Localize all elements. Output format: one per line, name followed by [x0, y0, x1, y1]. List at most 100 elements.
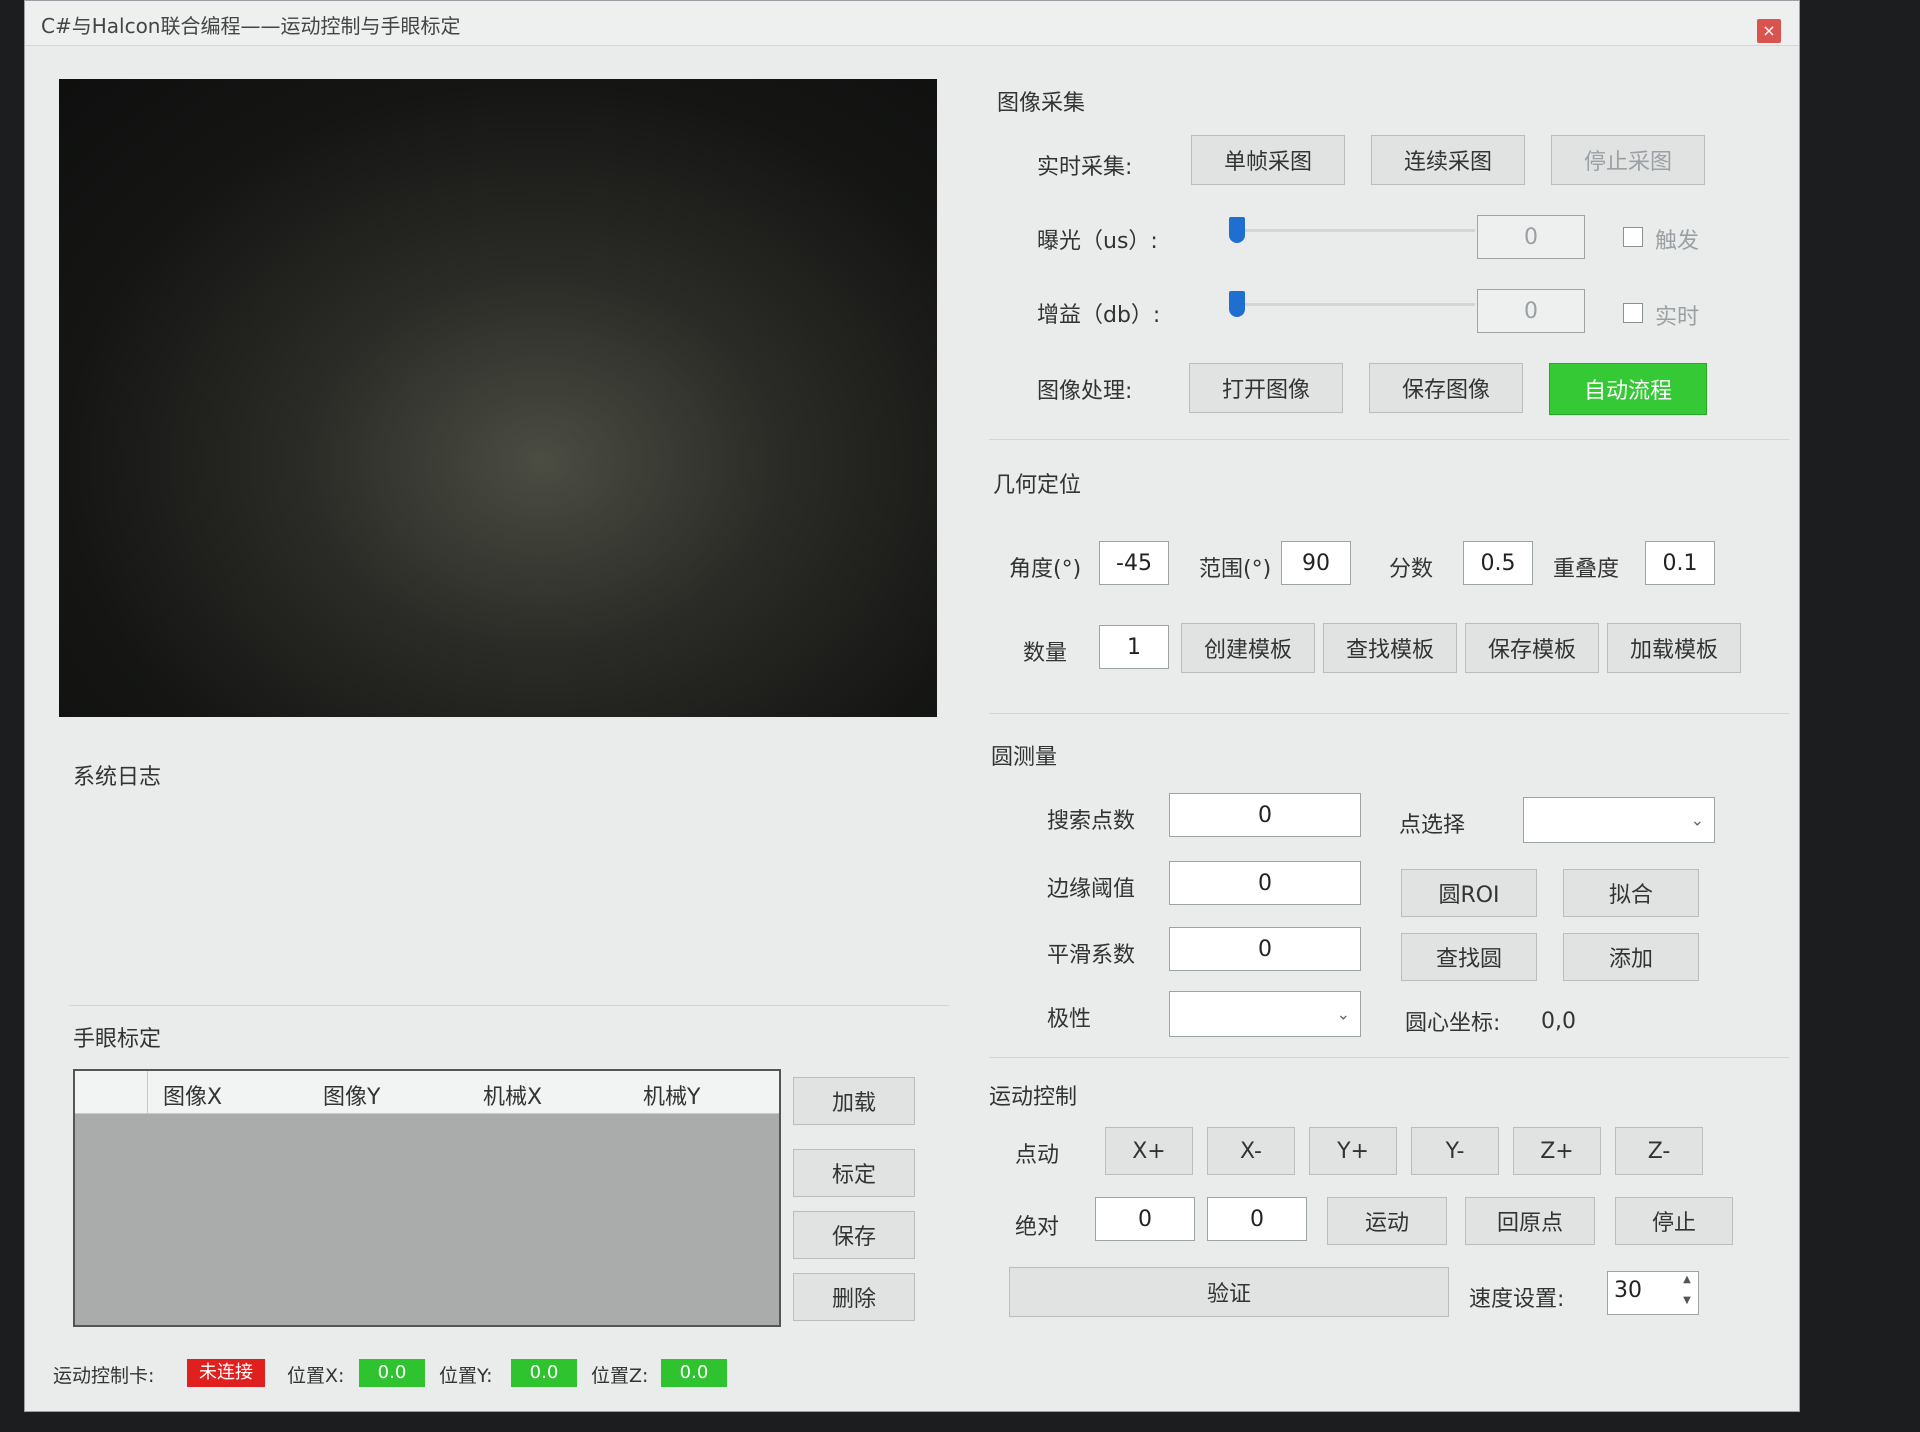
calibration-table[interactable]: 图像X 图像Y 机械X 机械Y	[73, 1069, 781, 1327]
search-points-label: 搜索点数	[1047, 809, 1136, 834]
speed-label: 速度设置:	[1469, 1287, 1565, 1312]
jog-z-plus-button[interactable]: Z+	[1513, 1127, 1601, 1175]
divider	[69, 1005, 949, 1006]
continuous-capture-button[interactable]: 连续采图	[1371, 135, 1525, 185]
column-image-y[interactable]: 图像Y	[323, 1079, 380, 1111]
fit-button[interactable]: 拟合	[1563, 869, 1699, 917]
gain-slider-thumb[interactable]	[1229, 291, 1245, 317]
polarity-dropdown[interactable]: ⌄	[1169, 991, 1361, 1037]
motion-card-label: 运动控制卡:	[53, 1365, 155, 1387]
image-processing-label: 图像处理:	[1037, 379, 1133, 404]
column-machine-y[interactable]: 机械Y	[643, 1079, 700, 1111]
stop-motion-button[interactable]: 停止	[1615, 1197, 1733, 1245]
gain-label: 增益（db）:	[1037, 303, 1161, 328]
move-button[interactable]: 运动	[1327, 1197, 1447, 1245]
find-template-button[interactable]: 查找模板	[1323, 623, 1457, 673]
speed-spinner[interactable]: 30 ▲ ▼	[1607, 1271, 1699, 1315]
angle-label: 角度(°)	[1009, 557, 1082, 582]
single-capture-button[interactable]: 单帧采图	[1191, 135, 1345, 185]
motion-section-title: 运动控制	[989, 1085, 1078, 1110]
count-label: 数量	[1023, 641, 1068, 666]
trigger-label: 触发	[1655, 229, 1700, 254]
verify-button[interactable]: 验证	[1009, 1267, 1449, 1317]
add-button[interactable]: 添加	[1563, 933, 1699, 981]
exposure-slider-thumb[interactable]	[1229, 217, 1245, 243]
point-select-label: 点选择	[1399, 813, 1466, 838]
create-template-button[interactable]: 创建模板	[1181, 623, 1315, 673]
spinner-down-icon[interactable]: ▼	[1678, 1295, 1696, 1312]
delete-calib-button[interactable]: 删除	[793, 1273, 915, 1321]
exposure-field[interactable]: 0	[1477, 215, 1585, 259]
pos-x-label: 位置X:	[287, 1365, 345, 1387]
column-machine-x[interactable]: 机械X	[483, 1079, 542, 1111]
score-label: 分数	[1389, 557, 1434, 582]
circle-section-title: 圆测量	[991, 745, 1058, 770]
chevron-down-icon: ⌄	[1690, 810, 1704, 830]
realtime-checkbox[interactable]	[1623, 303, 1643, 323]
speed-value: 30	[1614, 1278, 1642, 1303]
column-image-x[interactable]: 图像X	[163, 1079, 222, 1111]
handeye-section-title: 手眼标定	[73, 1027, 162, 1052]
edge-threshold-label: 边缘阈值	[1047, 877, 1136, 902]
realtime-checkbox-label: 实时	[1655, 305, 1700, 330]
trigger-checkbox[interactable]	[1623, 227, 1643, 247]
jog-x-plus-button[interactable]: X+	[1105, 1127, 1193, 1175]
save-template-button[interactable]: 保存模板	[1465, 623, 1599, 673]
divider	[989, 439, 1789, 440]
main-window: C#与Halcon联合编程——运动控制与手眼标定 × 图像采集 实时采集: 单帧…	[24, 0, 1800, 1412]
home-button[interactable]: 回原点	[1465, 1197, 1595, 1245]
jog-x-minus-button[interactable]: X-	[1207, 1127, 1295, 1175]
jog-label: 点动	[1015, 1143, 1060, 1168]
find-circle-button[interactable]: 查找圆	[1401, 933, 1537, 981]
range-label: 范围(°)	[1199, 557, 1272, 582]
window-title: C#与Halcon联合编程——运动控制与手眼标定	[41, 14, 461, 38]
divider	[989, 713, 1789, 714]
close-button[interactable]: ×	[1757, 19, 1781, 43]
exposure-slider-track[interactable]	[1235, 229, 1475, 232]
range-field[interactable]: 90	[1281, 541, 1351, 585]
pos-y-value: 0.0	[511, 1359, 577, 1387]
gain-slider-track[interactable]	[1235, 303, 1475, 306]
row-header-cell	[75, 1071, 148, 1113]
absolute-x-field[interactable]: 0	[1095, 1197, 1195, 1241]
point-select-dropdown[interactable]: ⌄	[1523, 797, 1715, 843]
absolute-y-field[interactable]: 0	[1207, 1197, 1307, 1241]
pos-y-label: 位置Y:	[439, 1365, 493, 1387]
exposure-label: 曝光（us）:	[1037, 229, 1158, 254]
divider	[989, 1057, 1789, 1058]
motion-card-status: 未连接	[187, 1359, 265, 1387]
pos-x-value: 0.0	[359, 1359, 425, 1387]
jog-z-minus-button[interactable]: Z-	[1615, 1127, 1703, 1175]
score-field[interactable]: 0.5	[1463, 541, 1533, 585]
gain-field[interactable]: 0	[1477, 289, 1585, 333]
edge-threshold-field[interactable]: 0	[1169, 861, 1361, 905]
title-bar: C#与Halcon联合编程——运动控制与手眼标定 ×	[25, 1, 1799, 46]
smooth-field[interactable]: 0	[1169, 927, 1361, 971]
overlap-field[interactable]: 0.1	[1645, 541, 1715, 585]
save-image-button[interactable]: 保存图像	[1369, 363, 1523, 413]
circle-center-label: 圆心坐标:	[1405, 1011, 1501, 1036]
calibrate-button[interactable]: 标定	[793, 1149, 915, 1197]
jog-y-minus-button[interactable]: Y-	[1411, 1127, 1499, 1175]
count-field[interactable]: 1	[1099, 625, 1169, 669]
search-points-field[interactable]: 0	[1169, 793, 1361, 837]
absolute-label: 绝对	[1015, 1215, 1060, 1240]
pos-z-label: 位置Z:	[591, 1365, 649, 1387]
stop-capture-button[interactable]: 停止采图	[1551, 135, 1705, 185]
image-display[interactable]	[59, 79, 937, 717]
angle-field[interactable]: -45	[1099, 541, 1169, 585]
load-template-button[interactable]: 加载模板	[1607, 623, 1741, 673]
jog-y-plus-button[interactable]: Y+	[1309, 1127, 1397, 1175]
spinner-up-icon[interactable]: ▲	[1678, 1274, 1696, 1291]
circle-roi-button[interactable]: 圆ROI	[1401, 869, 1537, 917]
geometry-section-title: 几何定位	[993, 473, 1082, 498]
overlap-label: 重叠度	[1553, 557, 1620, 582]
pos-z-value: 0.0	[661, 1359, 727, 1387]
smooth-label: 平滑系数	[1047, 943, 1136, 968]
chevron-down-icon: ⌄	[1336, 1004, 1350, 1024]
open-image-button[interactable]: 打开图像	[1189, 363, 1343, 413]
realtime-label: 实时采集:	[1037, 155, 1133, 180]
load-calib-button[interactable]: 加载	[793, 1077, 915, 1125]
auto-process-button[interactable]: 自动流程	[1549, 363, 1707, 415]
save-calib-button[interactable]: 保存	[793, 1211, 915, 1259]
